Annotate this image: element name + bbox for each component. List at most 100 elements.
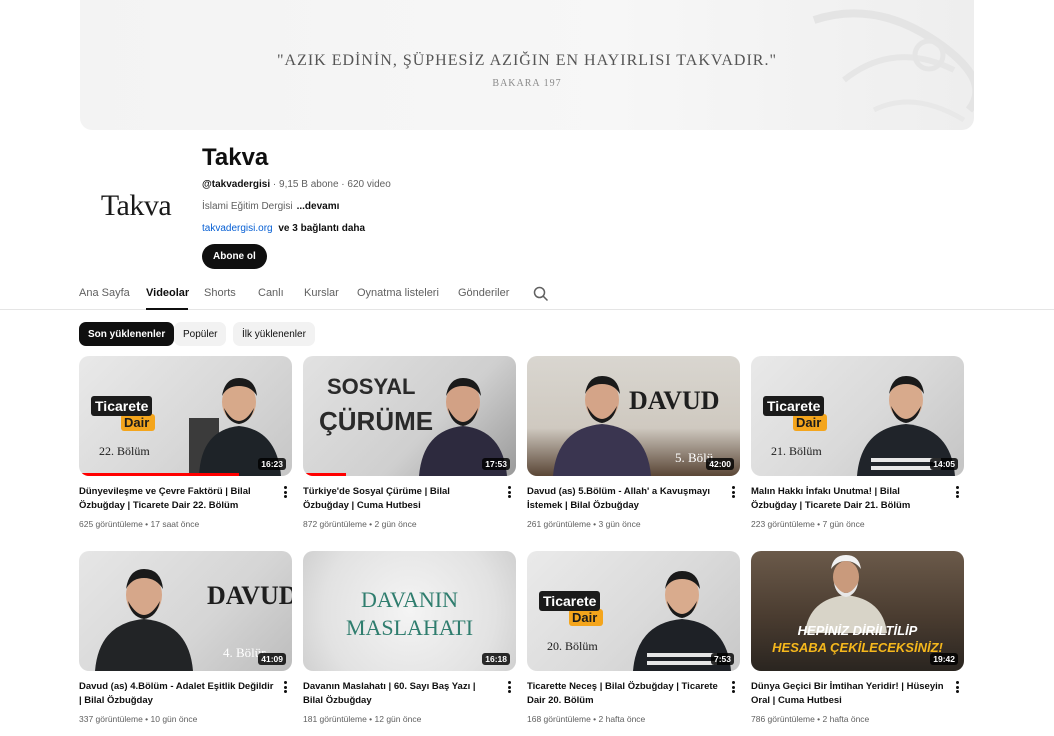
video-duration: 16:18 <box>482 653 510 665</box>
ticarete-dair-badge: Ticarete Dair <box>539 591 603 626</box>
video-duration: 16:23 <box>258 458 286 470</box>
badge-line-1: Ticarete <box>91 396 153 416</box>
channel-name: Takva <box>202 144 269 171</box>
channel-banner: "AZIK EDİNİN, ŞÜPHESİZ AZIĞIN EN HAYIRLI… <box>80 0 974 130</box>
video-thumbnail[interactable]: HEPİNİZ DİRİLTİLİP HESABA ÇEKİLECEKSİNİZ… <box>751 551 964 671</box>
video-title[interactable]: Ticarette Neceş | Bilal Özbuğday | Ticar… <box>527 680 722 707</box>
video-meta: 337 görüntüleme • 10 gün önce <box>79 714 198 724</box>
more-options-icon[interactable] <box>504 485 514 499</box>
video-views: 181 görüntüleme <box>303 714 367 724</box>
channel-website-link[interactable]: takvadergisi.org <box>202 223 273 234</box>
more-options-icon[interactable] <box>280 680 290 694</box>
video-views: 261 görüntüleme <box>527 519 591 529</box>
avatar-logo-text: Takva <box>100 189 172 222</box>
more-options-icon[interactable] <box>952 485 962 499</box>
video-age: 7 gün önce <box>822 519 865 529</box>
video-thumbnail[interactable]: SOSYAL ÇÜRÜME 17:53 <box>303 356 516 476</box>
video-meta: 168 görüntüleme • 2 hafta önce <box>527 714 646 724</box>
tab-playlists[interactable]: Oynatma listeleri <box>357 287 439 299</box>
channel-links[interactable]: takvadergisi.org ve 3 bağlantı daha <box>202 223 365 234</box>
channel-tabs: Ana Sayfa Videolar Shorts Canlı Kurslar … <box>0 280 1054 310</box>
video-meta: 261 görüntüleme • 3 gün önce <box>527 519 641 529</box>
badge-line-1: Ticarete <box>763 396 825 416</box>
video-card[interactable]: DAVUD 5. Bölü 42:00 Davud (as) 5.Bölüm -… <box>527 356 740 529</box>
search-icon[interactable] <box>533 286 549 302</box>
video-thumbnail[interactable]: Ticarete Dair 21. Bölüm 14:05 <box>751 356 964 476</box>
video-card[interactable]: SOSYAL ÇÜRÜME 17:53 Türkiye'de Sosyal Çü… <box>303 356 516 529</box>
thumbnail-heading: DAVUD <box>207 581 292 610</box>
video-age: 17 saat önce <box>150 519 200 529</box>
video-duration: 14:05 <box>930 458 958 470</box>
chip-latest[interactable]: Son yüklenenler <box>79 322 175 346</box>
tab-live[interactable]: Canlı <box>258 287 284 299</box>
video-title[interactable]: Davud (as) 4.Bölüm - Adalet Eşitlik Deği… <box>79 680 274 707</box>
video-card[interactable]: Ticarete Dair 20. Bölüm 7:53 Ticarette N… <box>527 551 740 724</box>
video-duration: 7:53 <box>710 653 734 665</box>
active-tab-indicator <box>146 308 188 310</box>
tab-shorts[interactable]: Shorts <box>204 287 236 299</box>
channel-handle: @takvadergisi <box>202 179 271 190</box>
video-duration: 19:42 <box>930 653 958 665</box>
thumbnail-heading-line-2: MASLAHATI <box>345 615 474 640</box>
video-thumbnail[interactable]: Ticarete Dair 22. Bölüm 16:23 <box>79 356 292 476</box>
video-card[interactable]: DAVUD 4. Bölür 41:09 Davud (as) 4.Bölüm … <box>79 551 292 724</box>
more-options-icon[interactable] <box>280 485 290 499</box>
video-age: 2 hafta önce <box>598 714 646 724</box>
video-title[interactable]: Malın Hakkı İnfakı Unutma! | Bilal Özbuğ… <box>751 485 946 512</box>
channel-description[interactable]: İslami Eğitim Dergisi ...devamı <box>202 201 339 212</box>
subscribe-button[interactable]: Abone ol <box>202 244 267 269</box>
banner-quote: "AZIK EDİNİN, ŞÜPHESİZ AZIĞIN EN HAYIRLI… <box>276 52 778 69</box>
video-views: 223 görüntüleme <box>751 519 815 529</box>
channel-avatar[interactable]: Takva <box>80 150 192 262</box>
description-text: İslami Eğitim Dergisi <box>202 201 293 212</box>
video-age: 2 gün önce <box>374 519 417 529</box>
more-options-icon[interactable] <box>952 680 962 694</box>
more-options-icon[interactable] <box>728 680 738 694</box>
badge-line-2: Dair <box>793 414 827 431</box>
more-options-icon[interactable] <box>504 680 514 694</box>
episode-label: 22. Bölüm <box>99 444 150 458</box>
video-duration: 41:09 <box>258 653 286 665</box>
video-card[interactable]: DAVANIN MASLAHATI 16:18 Davanın Maslahat… <box>303 551 516 724</box>
video-title[interactable]: Türkiye'de Sosyal Çürüme | Bilal Özbuğda… <box>303 485 498 512</box>
video-thumbnail[interactable]: DAVUD 4. Bölür 41:09 <box>79 551 292 671</box>
video-thumbnail[interactable]: DAVUD 5. Bölü 42:00 <box>527 356 740 476</box>
video-title[interactable]: Davud (as) 5.Bölüm - Allah' a Kavuşmayı … <box>527 485 722 512</box>
ticarete-dair-badge: Ticarete Dair <box>763 396 827 431</box>
video-title[interactable]: Dünya Geçici Bir İmtihan Yeridir! | Hüse… <box>751 680 946 707</box>
badge-line-1: Ticarete <box>539 591 601 611</box>
video-age: 10 gün önce <box>150 714 198 724</box>
video-card[interactable]: HEPİNİZ DİRİLTİLİP HESABA ÇEKİLECEKSİNİZ… <box>751 551 964 724</box>
video-thumbnail[interactable]: Ticarete Dair 20. Bölüm 7:53 <box>527 551 740 671</box>
more-options-icon[interactable] <box>728 485 738 499</box>
channel-meta: @takvadergisi · 9,15 B abone · 620 video <box>202 179 391 190</box>
video-views: 337 görüntüleme <box>79 714 143 724</box>
video-age: 12 gün önce <box>374 714 422 724</box>
thumbnail-heading-line-1: HEPİNİZ DİRİLTİLİP <box>797 623 918 638</box>
video-meta: 223 görüntüleme • 7 gün önce <box>751 519 865 529</box>
video-card[interactable]: Ticarete Dair 22. Bölüm 16:23 Dünyevileş… <box>79 356 292 529</box>
episode-label: 21. Bölüm <box>771 444 822 458</box>
video-views: 168 görüntüleme <box>527 714 591 724</box>
tab-posts[interactable]: Gönderiler <box>458 287 509 299</box>
chip-popular[interactable]: Popüler <box>174 322 227 346</box>
tab-home[interactable]: Ana Sayfa <box>79 287 130 299</box>
video-thumbnail[interactable]: DAVANIN MASLAHATI 16:18 <box>303 551 516 671</box>
video-age: 3 gün önce <box>598 519 641 529</box>
video-title[interactable]: Dünyevileşme ve Çevre Faktörü | Bilal Öz… <box>79 485 274 512</box>
video-meta: 181 görüntüleme • 12 gün önce <box>303 714 422 724</box>
video-meta: 786 görüntüleme • 2 hafta önce <box>751 714 870 724</box>
description-more-link[interactable]: ...devamı <box>297 201 340 212</box>
tab-videos[interactable]: Videolar <box>146 287 189 299</box>
thumbnail-heading-line-1: SOSYAL <box>327 374 416 399</box>
video-age: 2 hafta önce <box>822 714 870 724</box>
channel-stats: · 9,15 B abone · 620 video <box>270 179 391 190</box>
video-title[interactable]: Davanın Maslahatı | 60. Sayı Baş Yazı | … <box>303 680 498 707</box>
badge-line-2: Dair <box>121 414 155 431</box>
more-links-text[interactable]: ve 3 bağlantı daha <box>278 223 365 234</box>
video-card[interactable]: Ticarete Dair 21. Bölüm 14:05 Malın Hakk… <box>751 356 964 529</box>
episode-label: 20. Bölüm <box>547 639 598 653</box>
chip-oldest[interactable]: İlk yüklenenler <box>233 322 315 346</box>
video-views: 786 görüntüleme <box>751 714 815 724</box>
tab-courses[interactable]: Kurslar <box>304 287 339 299</box>
